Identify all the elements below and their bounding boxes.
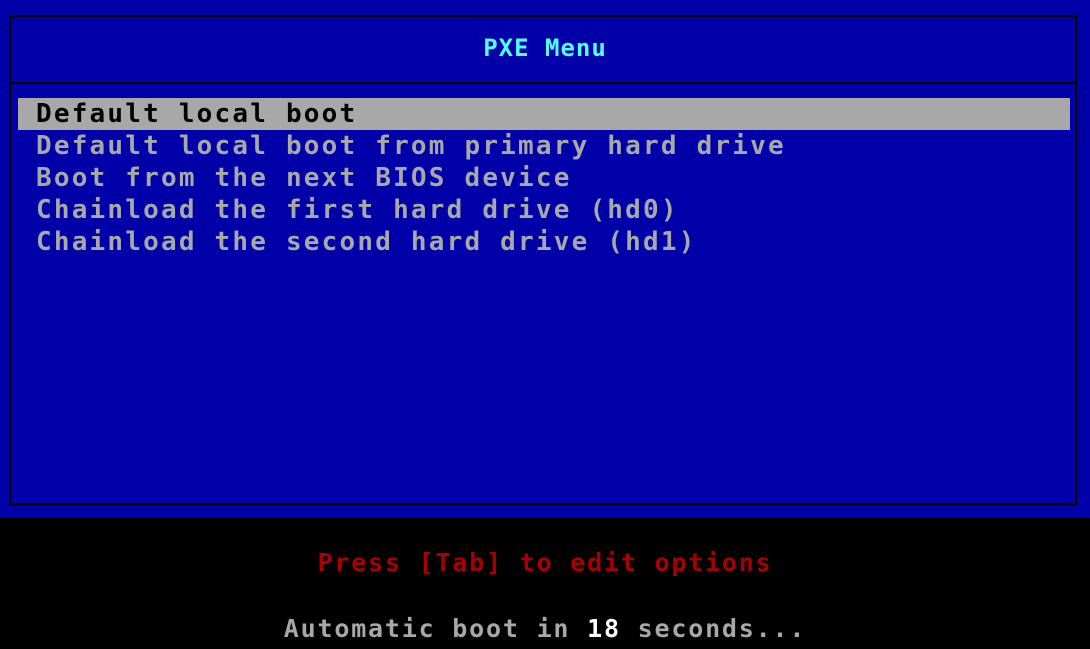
boot-menu-list: Default local boot Default local boot fr… (18, 98, 1070, 258)
menu-border (9, 15, 1077, 505)
menu-item-next-bios-device[interactable]: Boot from the next BIOS device (18, 162, 1070, 194)
menu-title: PXE Menu (483, 34, 607, 62)
menu-item-local-boot-primary-drive[interactable]: Default local boot from primary hard dri… (18, 130, 1070, 162)
menu-item-chainload-hd1[interactable]: Chainload the second hard drive (hd1) (18, 226, 1070, 258)
menu-item-default-local-boot[interactable]: Default local boot (18, 98, 1070, 130)
menu-panel: PXE Menu Default local boot Default loca… (0, 0, 1090, 518)
edit-options-hint: Press [Tab] to edit options (317, 548, 773, 577)
pxe-boot-screen: PXE Menu Default local boot Default loca… (0, 0, 1090, 649)
boot-countdown: Automatic boot in 18 seconds... (0, 614, 1090, 643)
countdown-seconds: 18 (587, 614, 621, 643)
title-separator (9, 82, 1077, 84)
menu-item-chainload-hd0[interactable]: Chainload the first hard drive (hd0) (18, 194, 1070, 226)
countdown-prefix: Automatic boot in (283, 614, 588, 643)
countdown-suffix: seconds... (620, 614, 807, 643)
